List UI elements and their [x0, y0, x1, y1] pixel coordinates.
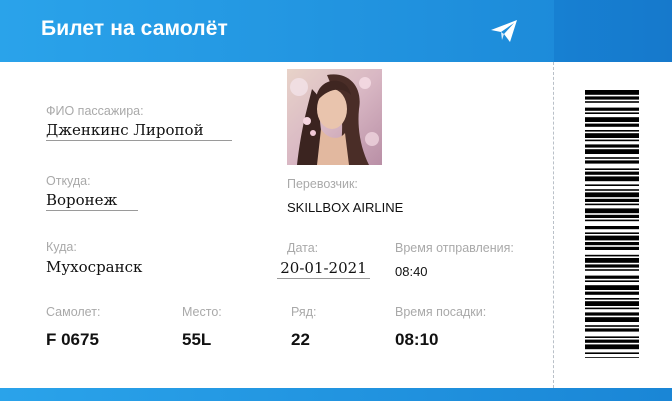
- perforation-line: [553, 62, 554, 388]
- ticket-header-stub: [554, 0, 672, 62]
- origin-label: Откуда:: [46, 174, 91, 188]
- departure-label: Время отправления:: [395, 241, 514, 255]
- carrier-name: SKILLBOX AIRLINE: [287, 200, 404, 215]
- plane-number: F 0675: [46, 330, 99, 349]
- paper-plane-icon: [491, 20, 517, 42]
- carrier-label: Перевозчик:: [287, 177, 358, 191]
- plane-label: Самолет:: [46, 305, 101, 319]
- passenger-photo: [287, 69, 382, 165]
- row-label: Ряд:: [291, 305, 317, 319]
- barcode: [585, 90, 639, 358]
- passenger-label: ФИО пассажира:: [46, 104, 144, 118]
- departure-time: 08:40: [395, 264, 428, 279]
- boarding-pass: Билет на самолёт ФИО пассажира: Дженкинс…: [0, 0, 672, 401]
- destination-label: Куда:: [46, 240, 77, 254]
- ticket-footer: [0, 388, 672, 401]
- boarding-label: Время посадки:: [395, 305, 487, 319]
- seat-number: 55L: [182, 330, 212, 349]
- boarding-time: 08:10: [395, 330, 439, 349]
- row-number: 22: [291, 330, 310, 349]
- passenger-name: Дженкинс Лиропой: [46, 121, 232, 141]
- flight-date: 20-01-2021: [277, 259, 370, 279]
- origin-city: Воронеж: [46, 191, 138, 211]
- ticket-title: Билет на самолёт: [41, 17, 228, 40]
- destination-city: Мухосранск: [46, 258, 143, 276]
- date-label: Дата:: [287, 241, 319, 255]
- seat-label: Место:: [182, 305, 222, 319]
